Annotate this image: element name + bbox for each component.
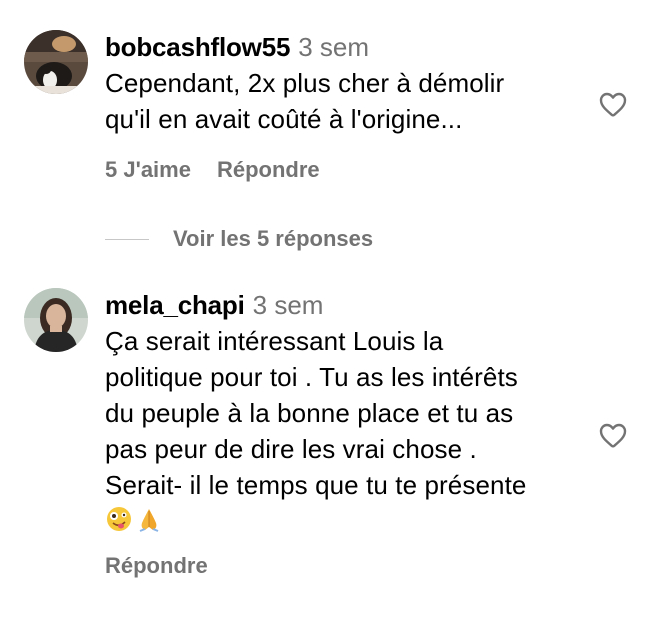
comment-text: Cependant, 2x plus cher à démolir qu'il … bbox=[105, 65, 575, 137]
comment-text-line: Ça serait intéressant Louis la bbox=[105, 326, 444, 356]
comment-text: Ça serait intéressant Louis la politique… bbox=[105, 323, 575, 533]
heart-icon bbox=[599, 423, 627, 448]
comment-body: bobcashflow55 3 sem Cependant, 2x plus c… bbox=[105, 32, 575, 183]
zany-face-emoji bbox=[107, 507, 131, 531]
comment-text-line: Serait- il le temps que tu te présente bbox=[105, 470, 527, 500]
comment-actions: Répondre bbox=[105, 553, 575, 579]
comment-text-line: Cependant, 2x plus cher à démolir bbox=[105, 68, 505, 98]
comment-time[interactable]: 3 sem bbox=[298, 32, 369, 63]
comment-time[interactable]: 3 sem bbox=[253, 290, 324, 321]
comment-header: mela_chapi 3 sem bbox=[105, 290, 575, 321]
comment-text-line: qu'il en avait coûté à l'origine... bbox=[105, 104, 463, 134]
reply-button[interactable]: Répondre bbox=[217, 157, 320, 183]
like-button[interactable] bbox=[596, 88, 630, 120]
likes-count[interactable]: 5 J'aime bbox=[105, 157, 191, 183]
reply-button[interactable]: Répondre bbox=[105, 553, 208, 579]
comment-body: mela_chapi 3 sem Ça serait intéressant L… bbox=[105, 290, 575, 579]
comment-text-line: pas peur de dire les vrai chose . bbox=[105, 434, 477, 464]
comment-text-line: politique pour toi . Tu as les intérêts bbox=[105, 362, 518, 392]
comment-header: bobcashflow55 3 sem bbox=[105, 32, 575, 63]
heart-icon bbox=[599, 92, 627, 117]
view-replies-button[interactable]: Voir les 5 réponses bbox=[105, 226, 373, 252]
view-replies-label: Voir les 5 réponses bbox=[173, 226, 374, 251]
comment-text-line: du peuple à la bonne place et tu as bbox=[105, 398, 514, 428]
comment-actions: 5 J'aime Répondre bbox=[105, 157, 575, 183]
comment-username[interactable]: mela_chapi bbox=[105, 290, 245, 321]
folded-hands-emoji bbox=[139, 509, 159, 532]
avatar[interactable] bbox=[24, 288, 88, 352]
replies-divider bbox=[105, 238, 149, 240]
comment-username[interactable]: bobcashflow55 bbox=[105, 32, 290, 63]
avatar[interactable] bbox=[24, 30, 88, 94]
emoji-row bbox=[105, 505, 575, 533]
like-button[interactable] bbox=[596, 419, 630, 451]
